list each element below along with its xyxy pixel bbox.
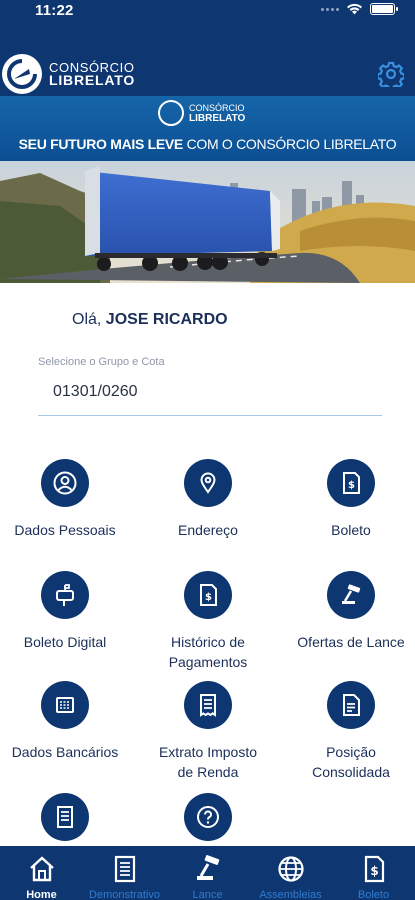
banner-logo-line1: CONSÓRCIO xyxy=(189,102,245,113)
banner-slogan-bold: SEU FUTURO MAIS LEVE xyxy=(18,136,184,152)
menu-item-endereco[interactable]: Endereço xyxy=(139,459,277,540)
svg-text:$: $ xyxy=(370,864,378,878)
menu-item-label: Posição Consolidada xyxy=(312,744,390,780)
banner-logo-mark xyxy=(158,100,184,126)
brand-logo-mark xyxy=(2,54,42,94)
menu-item-label: Dados Bancários xyxy=(11,744,119,760)
greeting-prefix: Olá, xyxy=(72,311,102,328)
menu-item-label: Endereço xyxy=(178,522,238,538)
menu-item-label: Boleto Digital xyxy=(23,634,107,650)
statement-icon xyxy=(114,855,135,883)
boleto-icon: $ xyxy=(343,472,360,494)
tab-label: Assembleias xyxy=(259,889,322,900)
location-pin-icon xyxy=(200,472,216,494)
mailbox-icon xyxy=(56,584,74,606)
tab-label: Boleto xyxy=(357,889,390,900)
user-icon xyxy=(53,471,77,495)
banner-logo-line2: LIBRELATO xyxy=(189,112,246,124)
brand-logo-line2: LIBRELATO xyxy=(49,72,136,88)
gavel-icon xyxy=(342,584,361,604)
home-icon xyxy=(29,856,54,882)
globe-icon xyxy=(277,856,304,882)
promo-banner[interactable]: CONSÓRCIO LIBRELATO SEU FUTURO MAIS LEVE… xyxy=(0,96,415,283)
banner-truck-image xyxy=(0,161,415,283)
battery-icon xyxy=(370,3,398,15)
status-icons xyxy=(321,3,398,15)
menu-item-label: Boleto xyxy=(331,522,371,538)
tab-boleto[interactable]: $ Boleto xyxy=(332,846,415,900)
boleto-icon: $ xyxy=(364,855,384,883)
tab-lance[interactable]: Lance xyxy=(166,846,249,900)
tab-home[interactable]: Home xyxy=(0,846,83,900)
status-time: 11:22 xyxy=(35,2,74,19)
wifi-icon xyxy=(347,3,362,15)
bank-icon xyxy=(56,697,74,713)
menu-item-demonstrativo[interactable] xyxy=(0,793,134,854)
greeting-user-name: JOSE RICARDO xyxy=(105,311,228,328)
banner-header: CONSÓRCIO LIBRELATO SEU FUTURO MAIS LEVE… xyxy=(0,96,415,161)
brand-logo-text: CONSÓRCIO LIBRELATO xyxy=(49,61,135,87)
menu-item-ofertas-lance[interactable]: Ofertas de Lance xyxy=(282,571,415,652)
banner-slogan: SEU FUTURO MAIS LEVE COM O CONSÓRCIO LIB… xyxy=(0,136,415,152)
svg-text:$: $ xyxy=(348,480,355,491)
receipt-icon xyxy=(200,694,216,717)
help-icon xyxy=(197,806,219,828)
tab-assembleias[interactable]: Assembleias xyxy=(249,846,332,900)
cellular-signal-icon xyxy=(321,7,339,11)
menu-item-boleto[interactable]: $ Boleto xyxy=(282,459,415,540)
menu-item-label: Extrato Imposto de Renda xyxy=(158,744,258,780)
menu-item-ajuda[interactable] xyxy=(139,793,277,854)
statement-icon xyxy=(57,806,73,828)
document-icon xyxy=(343,694,360,716)
app-header: CONSÓRCIO LIBRELATO xyxy=(0,22,415,96)
menu-item-boleto-digital[interactable]: Boleto Digital xyxy=(0,571,134,652)
bottom-tab-bar: Home Demonstrativo Lance Assembleias $ B… xyxy=(0,846,415,900)
tab-label: Demonstrativo xyxy=(89,889,160,900)
menu-item-extrato-imposto-renda[interactable]: Extrato Imposto de Renda xyxy=(139,681,277,782)
tab-label: Home xyxy=(26,889,57,900)
menu-item-dados-bancarios[interactable]: Dados Bancários xyxy=(0,681,134,762)
banner-logo: CONSÓRCIO LIBRELATO xyxy=(158,100,245,126)
menu-item-historico-pagamentos[interactable]: $ Histórico de Pagamentos xyxy=(139,571,277,672)
menu-item-posicao-consolidada[interactable]: Posição Consolidada xyxy=(282,681,415,782)
gavel-icon xyxy=(196,855,219,880)
menu-item-label: Ofertas de Lance xyxy=(297,634,405,650)
banner-slogan-rest: COM O CONSÓRCIO LIBRELATO xyxy=(182,136,397,152)
tab-label: Lance xyxy=(192,889,223,900)
menu-item-label: Dados Pessoais xyxy=(14,522,116,538)
brand-logo: CONSÓRCIO LIBRELATO xyxy=(2,54,135,94)
tab-demonstrativo[interactable]: Demonstrativo xyxy=(83,846,166,900)
group-select-label: Selecione o Grupo e Cota xyxy=(38,356,165,368)
menu-item-label: Histórico de Pagamentos xyxy=(168,634,248,670)
gear-icon[interactable] xyxy=(378,61,404,87)
group-select-field[interactable]: 01301/0260 xyxy=(38,376,382,416)
user-greeting: Olá, JOSE RICARDO xyxy=(72,311,228,329)
banner-logo-text: CONSÓRCIO LIBRELATO xyxy=(189,103,245,124)
status-bar: 11:22 xyxy=(0,0,415,22)
svg-text:$: $ xyxy=(205,592,212,603)
menu-item-dados-pessoais[interactable]: Dados Pessoais xyxy=(0,459,134,540)
payment-history-icon: $ xyxy=(200,584,217,606)
